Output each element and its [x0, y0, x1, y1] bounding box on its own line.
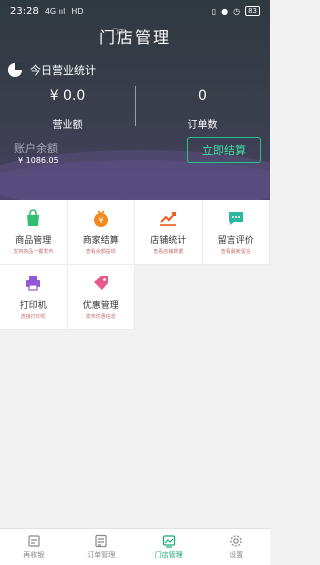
vibrate-icon: ▯	[211, 6, 217, 16]
balance-value: ¥ 1086.05	[18, 156, 59, 165]
grid-item-label: 留言评价	[217, 236, 254, 246]
alarm-icon: ◷	[233, 6, 241, 16]
battery-icon: 83	[245, 6, 260, 16]
stats-title: 今日营业统计	[8, 62, 96, 78]
status-time: 23:28	[10, 5, 39, 17]
revenue-value: ¥ 0.0	[49, 88, 86, 104]
status-signal: 4G ııl	[44, 6, 66, 16]
status-bar: 23:28 4G ııl HD ▯ ● ◷ 83	[0, 0, 270, 22]
grid-item-goods[interactable]: 商品管理 支持商品一键发布	[0, 200, 68, 265]
page-title: 门店 门店管理	[0, 24, 270, 48]
grid-item-desc: 查看余额提现	[85, 249, 116, 255]
store-chart-icon	[162, 535, 175, 548]
trend-chart-icon	[158, 208, 178, 228]
grid-item-desc: 查看最新留言	[220, 249, 251, 255]
orders-stat: 0 订单数	[135, 88, 270, 131]
tab-label: 订单管理	[87, 551, 116, 559]
pie-chart-icon	[8, 63, 22, 77]
tab-cashier[interactable]: 再收银	[0, 529, 68, 565]
grid-item-desc: 查看店铺数据	[153, 249, 184, 255]
stats-title-text: 今日营业统计	[30, 64, 96, 77]
tab-label: 再收银	[23, 551, 45, 559]
settle-button[interactable]: 立即结算	[187, 137, 261, 163]
revenue-label: 营业额	[52, 120, 83, 131]
page-title-small: 门店	[112, 29, 125, 36]
grid-item-desc: 连接打印机	[20, 314, 46, 320]
grid-item-label: 商品管理	[15, 236, 52, 246]
orders-label: 订单数	[187, 120, 218, 131]
grid-item-desc: 支持商品一键发布	[13, 249, 54, 255]
orders-value: 0	[198, 88, 207, 104]
header-panel: 23:28 4G ııl HD ▯ ● ◷ 83 门店 门店管理 今日营业统计 …	[0, 0, 270, 200]
cashier-icon	[28, 535, 40, 547]
grid-item-stats[interactable]: 店铺统计 查看店铺数据	[135, 200, 203, 265]
grid-item-label: 打印机	[19, 301, 47, 311]
tab-label: 门店管理	[154, 551, 183, 559]
status-right: ▯ ● ◷ 83	[212, 6, 260, 16]
location-icon: ●	[221, 6, 229, 16]
grid-item-label: 商家结算	[82, 236, 119, 246]
grid-item-settlement[interactable]: ¥ 商家结算 查看余额提现	[67, 200, 135, 265]
page-title-text: 门店管理	[98, 28, 171, 47]
bottom-tab-bar: 再收银 订单管理 门店管理 设置	[0, 528, 270, 565]
tab-orders[interactable]: 订单管理	[68, 529, 136, 565]
grid-item-reviews[interactable]: 留言评价 查看最新留言	[202, 200, 270, 265]
tab-store[interactable]: 门店管理	[135, 529, 203, 565]
shopping-bag-icon	[23, 208, 43, 228]
printer-icon	[23, 273, 43, 293]
function-grid: 商品管理 支持商品一键发布 ¥ 商家结算 查看余额提现 店铺统计 查看店铺数据 …	[0, 200, 270, 330]
status-network: HD	[71, 6, 84, 16]
grid-item-label: 店铺统计	[150, 236, 187, 246]
grid-item-label: 优惠管理	[82, 301, 119, 311]
money-bag-icon: ¥	[91, 208, 111, 228]
grid-item-desc: 发布优惠信息	[85, 314, 116, 320]
gear-icon	[230, 535, 242, 547]
order-list-icon	[95, 534, 107, 548]
balance-label: 账户余额	[14, 142, 58, 155]
tab-settings[interactable]: 设置	[203, 529, 271, 565]
grid-item-printer[interactable]: 打印机 连接打印机	[0, 265, 68, 330]
grid-item-coupons[interactable]: 优惠管理 发布优惠信息	[67, 265, 135, 330]
coupon-tag-icon	[91, 273, 111, 293]
tab-label: 设置	[229, 551, 244, 559]
revenue-stat: ¥ 0.0 营业额	[0, 88, 135, 131]
svg-text:¥: ¥	[98, 216, 103, 225]
chat-bubble-icon	[226, 208, 246, 228]
